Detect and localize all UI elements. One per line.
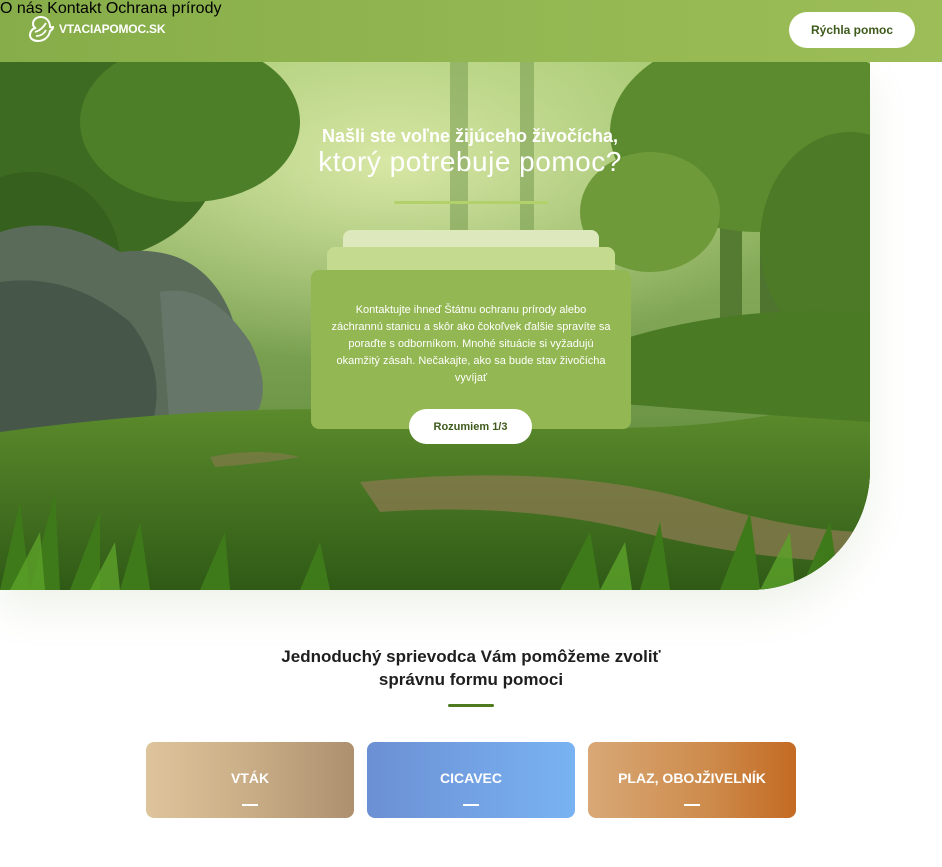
hero-title-line2: ktorý potrebuje pomoc? (318, 146, 622, 177)
category-dash (684, 804, 700, 806)
category-label: VTÁK (230, 770, 270, 786)
category-dash (463, 804, 479, 806)
category-label: CICAVEC (440, 770, 502, 786)
category-label: PLAZ, OBOJŽIVELNÍK (618, 770, 766, 786)
hero-title-line1: Našli ste voľne žijúceho živočícha, (321, 126, 619, 146)
advice-card: Kontaktujte ihneď Štátnu ochranu prírody… (311, 270, 631, 429)
guide-title: Jednoduchý sprievodca Vám pomôžeme zvoli… (0, 645, 942, 691)
guide-title-line2: správnu formu pomoci (378, 670, 564, 689)
quick-help-button[interactable]: Rýchla pomoc (789, 12, 915, 48)
hero-section: Našli ste voľne žijúceho živočícha, ktor… (0, 62, 870, 590)
understand-button[interactable]: Rozumiem 1/3 (409, 409, 532, 444)
bird-logo-icon (28, 15, 55, 43)
site-header: VTACIAPOMOC.SK O nás Kontakt Ochrana prí… (0, 0, 942, 62)
category-bird[interactable]: VTÁK (146, 742, 354, 818)
logo[interactable]: VTACIAPOMOC.SK (27, 14, 166, 44)
guide-divider (448, 704, 494, 707)
guide-title-line1: Jednoduchý sprievodca Vám pomôžeme zvoli… (281, 647, 661, 666)
category-dash (242, 804, 258, 806)
logo-text: VTACIAPOMOC.SK (59, 22, 166, 36)
category-reptile-amphibian[interactable]: PLAZ, OBOJŽIVELNÍK (588, 742, 796, 818)
hero-divider (394, 201, 548, 204)
category-mammal[interactable]: CICAVEC (367, 742, 575, 818)
advice-text: Kontaktujte ihneď Štátnu ochranu prírody… (331, 304, 611, 384)
